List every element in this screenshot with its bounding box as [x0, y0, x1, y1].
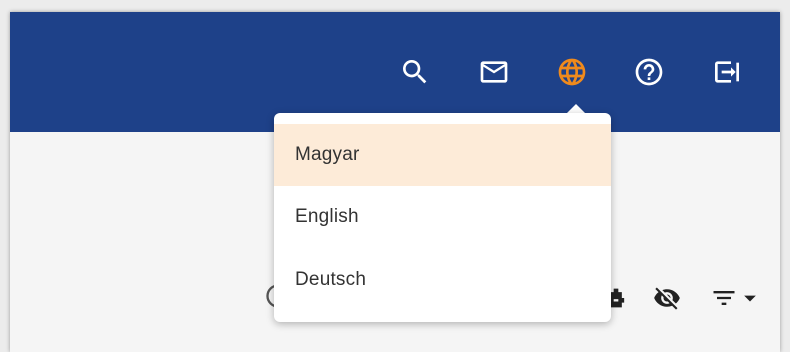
globe-icon[interactable]: [556, 56, 588, 88]
menu-item-english[interactable]: English: [274, 186, 611, 248]
menu-caret: [567, 104, 585, 113]
filter-icon[interactable]: [710, 284, 738, 312]
menu-item-magyar[interactable]: Magyar: [274, 124, 611, 186]
screen: Magyar English Deutsch: [0, 0, 790, 352]
dropdown-arrow-icon[interactable]: [742, 284, 758, 312]
help-icon[interactable]: [633, 56, 665, 88]
logout-icon[interactable]: [711, 56, 743, 88]
search-icon[interactable]: [399, 56, 431, 88]
menu-item-deutsch[interactable]: Deutsch: [274, 249, 611, 311]
visibility-off-icon[interactable]: [653, 284, 681, 312]
language-menu: Magyar English Deutsch: [274, 113, 611, 322]
mail-icon[interactable]: [478, 56, 510, 88]
